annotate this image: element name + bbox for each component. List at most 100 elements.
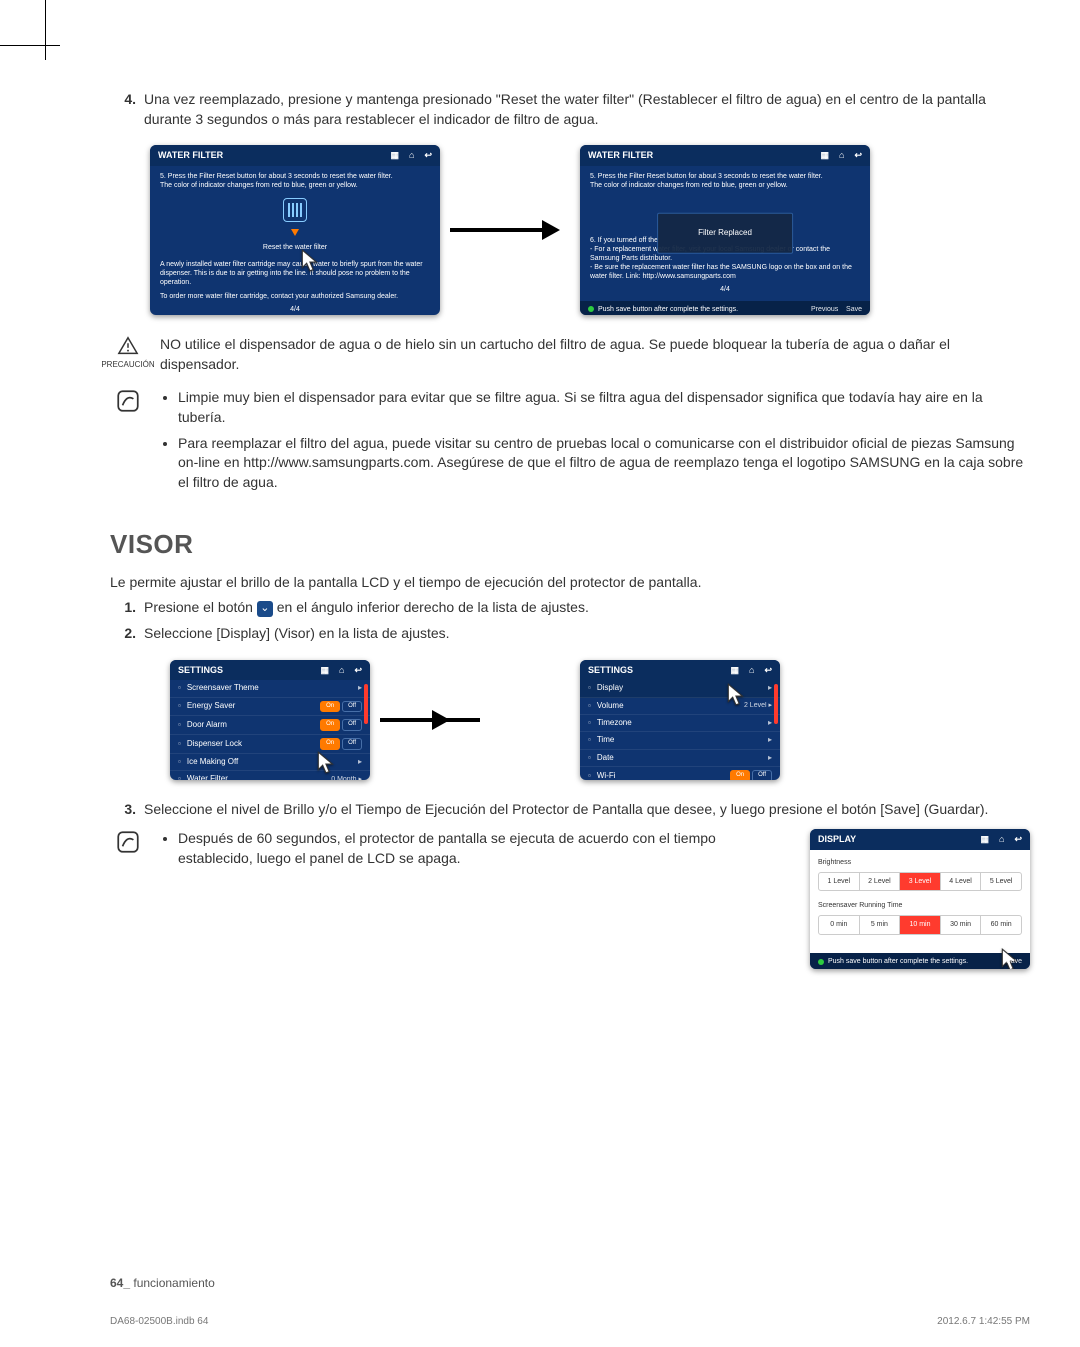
screen-note: To order more water filter cartridge, co… <box>160 292 430 301</box>
back-icon: ↩ <box>1014 833 1022 846</box>
status-dot <box>818 959 824 965</box>
settings-row[interactable]: ▫Dispenser LockOnOff <box>170 735 370 754</box>
note-callout: Después de 60 segundos, el protector de … <box>110 829 790 874</box>
settings-row[interactable]: ▫Date▸ <box>580 750 780 767</box>
segment-option[interactable]: 0 min <box>819 916 860 934</box>
note-bullet: Para reemplazar el filtro del agua, pued… <box>178 434 1030 493</box>
note-bullet: Limpie muy bien el dispensador para evit… <box>178 388 1030 427</box>
segment-option[interactable]: 30 min <box>941 916 982 934</box>
segment-option[interactable]: 1 Level <box>819 873 860 891</box>
back-icon: ↩ <box>854 149 862 162</box>
settings-row[interactable]: ▫Screensaver Theme▸ <box>170 680 370 697</box>
settings-row[interactable]: ▫Wi-FiOnOff <box>580 767 780 779</box>
display-panel: Brightness 1 Level2 Level3 Level4 Level5… <box>810 850 1030 953</box>
segment-option[interactable]: 3 Level <box>900 873 941 891</box>
screen-title: WATER FILTER <box>158 149 223 162</box>
screenshot-water-filter-after: WATER FILTER ▦⌂↩ 5. Press the Filter Res… <box>580 145 870 315</box>
segment-option[interactable]: 5 Level <box>981 873 1021 891</box>
scrollbar[interactable] <box>364 684 368 724</box>
screenshot-settings-a: SETTINGS▦⌂↩▫Screensaver Theme▸▫Energy Sa… <box>170 660 370 780</box>
screen-title: SETTINGS <box>178 664 223 677</box>
grid-icon: ▦ <box>391 149 400 162</box>
arrow-icon <box>450 225 570 235</box>
screen-header-icons: ▦ ⌂ ↩ <box>981 833 1023 846</box>
previous-button[interactable]: Previous <box>811 306 838 313</box>
settings-row[interactable]: ▫Volume2 Level ▸ <box>580 698 780 715</box>
screensaver-time-label: Screensaver Running Time <box>818 901 1022 911</box>
segment-option[interactable]: 4 Level <box>941 873 982 891</box>
note-bullet: Después de 60 segundos, el protector de … <box>178 829 790 868</box>
step-number: 2. <box>110 624 136 644</box>
grid-icon: ▦ <box>981 833 990 846</box>
step-number: 4. <box>110 90 136 129</box>
cursor-icon <box>314 750 340 776</box>
home-icon: ⌂ <box>999 833 1004 846</box>
home-icon: ⌂ <box>839 149 844 162</box>
screen-note: A newly installed water filter cartridge… <box>160 260 430 287</box>
settings-row[interactable]: ▫Door AlarmOnOff <box>170 716 370 735</box>
screen-note: - Be sure the replacement water filter h… <box>590 263 860 281</box>
grid-icon: ▦ <box>821 149 830 162</box>
step-text: Presione el botón ⌄ en el ángulo inferio… <box>144 598 1030 618</box>
screen-instruction: 5. Press the Filter Reset button for abo… <box>160 172 430 190</box>
settings-row[interactable]: ▫Energy SaverOnOff <box>170 698 370 717</box>
screen-title: SETTINGS <box>588 664 633 677</box>
segment-option[interactable]: 5 min <box>860 916 901 934</box>
visor-intro: Le permite ajustar el brillo de la panta… <box>110 573 1030 593</box>
visor-steps: 1. Presione el botón ⌄ en el ángulo infe… <box>110 598 1030 643</box>
settings-row[interactable]: ▫Display▸ <box>580 680 780 697</box>
segment-option[interactable]: 2 Level <box>860 873 901 891</box>
screenshot-settings-b: SETTINGS▦⌂↩▫Display▸▫Volume2 Level ▸▫Tim… <box>580 660 780 780</box>
note-icon <box>115 829 141 855</box>
settings-row[interactable]: ▫Ice Making Off▸ <box>170 754 370 771</box>
brightness-label: Brightness <box>818 858 1022 868</box>
settings-row[interactable]: ▫Time▸ <box>580 732 780 749</box>
footer-tip: Push save button after complete the sett… <box>598 305 738 315</box>
warning-icon <box>117 335 139 357</box>
screenshot-water-filter-before: WATER FILTER ▦ ⌂ ↩ 5. Press the Filter Res… <box>150 145 440 315</box>
back-icon: ↩ <box>424 149 432 162</box>
step-number: 1. <box>110 598 136 618</box>
status-dot <box>588 306 594 312</box>
chevron-down-icon: ⌄ <box>257 601 273 617</box>
save-button[interactable]: Save <box>1006 957 1022 967</box>
scrollbar[interactable] <box>774 684 778 724</box>
page-meta: DA68-02500B.indb 642012.6.7 1:42:55 PM <box>110 1315 1030 1329</box>
caution-callout: PRECAUCIÓN NO utilice el dispensador de … <box>110 335 1030 374</box>
segment-option[interactable]: 60 min <box>981 916 1021 934</box>
arrow-icon <box>380 715 460 725</box>
step-text: Seleccione el nivel de Brillo y/o el Tie… <box>144 800 1030 820</box>
brightness-segments[interactable]: 1 Level2 Level3 Level4 Level5 Level <box>818 872 1022 892</box>
water-filter-figures: WATER FILTER ▦ ⌂ ↩ 5. Press the Filter Res… <box>150 145 1030 315</box>
pager: 4/4 <box>160 305 430 314</box>
cursor-icon <box>724 682 750 708</box>
note-bullets: Limpie muy bien el dispensador para evit… <box>178 388 1030 492</box>
screen-title: WATER FILTER <box>588 149 653 162</box>
caution-text: NO utilice el dispensador de agua o de h… <box>160 335 1030 374</box>
step-list: 4. Una vez reemplazado, presione y mante… <box>110 90 1030 129</box>
settings-row[interactable]: ▫Water Filter0 Month ▸ <box>170 771 370 779</box>
screen-header-icons: ▦ ⌂ ↩ <box>821 149 863 162</box>
step-number: 3. <box>110 800 136 820</box>
drop-icon <box>291 229 299 240</box>
step-text: Seleccione [Display] (Visor) en la lista… <box>144 624 1030 644</box>
caution-label: PRECAUCIÓN <box>101 359 154 370</box>
note-callout: Limpie muy bien el dispensador para evit… <box>110 388 1030 498</box>
screensaver-time-segments[interactable]: 0 min5 min10 min30 min60 min <box>818 915 1022 935</box>
section-heading-visor: VISOR <box>110 526 1030 562</box>
filter-icon <box>283 198 307 222</box>
footer-tip: Push save button after complete the sett… <box>828 957 968 967</box>
settings-row[interactable]: ▫Timezone▸ <box>580 715 780 732</box>
settings-figures: SETTINGS▦⌂↩▫Screensaver Theme▸▫Energy Sa… <box>170 660 1030 780</box>
screen-title: DISPLAY <box>818 833 856 846</box>
print-date: 2012.6.7 1:42:55 PM <box>937 1315 1030 1329</box>
pager: 4/4 <box>590 285 860 294</box>
note-icon <box>115 388 141 414</box>
segment-option[interactable]: 10 min <box>900 916 941 934</box>
page-footer: 64_ funcionamiento <box>110 1275 1030 1292</box>
home-icon: ⌂ <box>409 149 414 162</box>
cursor-icon <box>298 248 324 274</box>
save-button[interactable]: Save <box>846 306 862 313</box>
screenshot-display: DISPLAY ▦ ⌂ ↩ Brightness 1 Level2 Level3 L… <box>810 829 1030 969</box>
screen-header-icons: ▦ ⌂ ↩ <box>391 149 433 162</box>
